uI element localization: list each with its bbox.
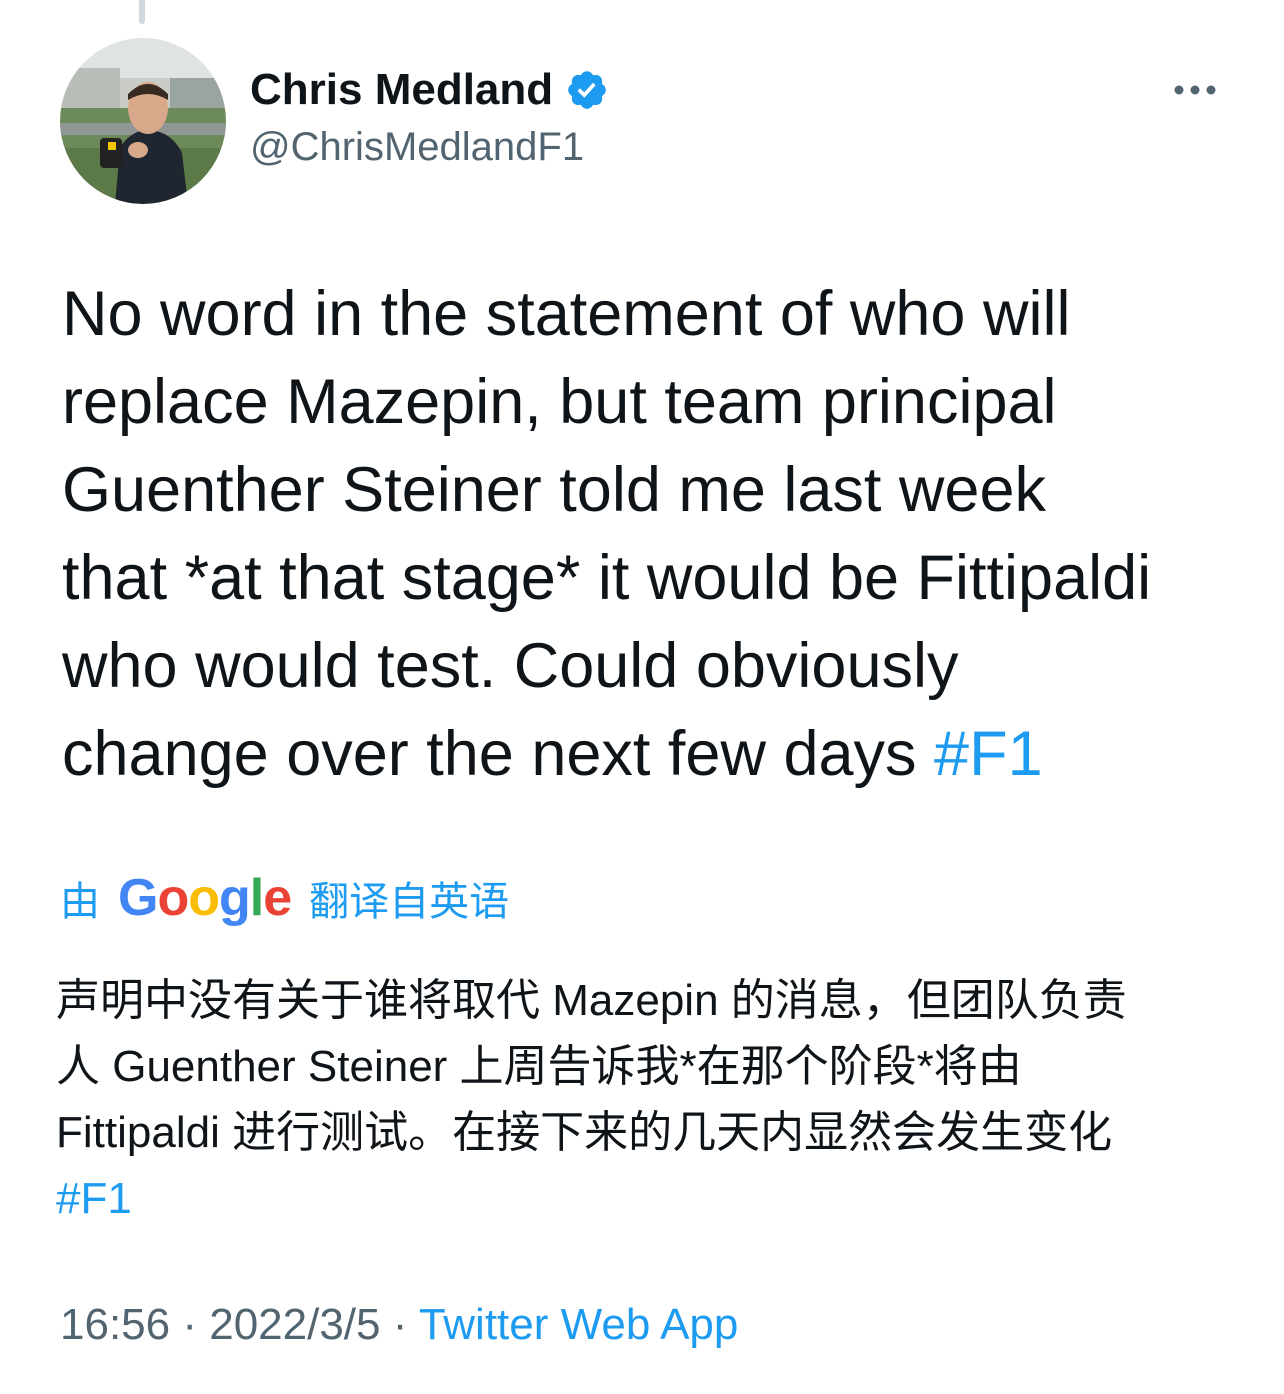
google-logo-letter: g	[218, 869, 251, 927]
google-logo-letter: G	[118, 869, 158, 927]
tweet-text-line: No word in the statement of who will	[62, 279, 1071, 349]
translated-tweet-text: 声明中没有关于谁将取代 Mazepin 的消息，但团队负责 人 Guenther…	[56, 968, 1256, 1232]
translated-text-line: 声明中没有关于谁将取代 Mazepin 的消息，但团队负责	[56, 976, 1127, 1025]
tweet-text-line: change over the next few days	[62, 719, 935, 789]
google-logo-letter: o	[157, 869, 189, 927]
translated-text-line: Fittipaldi 进行测试。在接下来的几天内显然会发生变化	[56, 1108, 1113, 1157]
author-handle[interactable]: @ChrisMedlandF1	[250, 125, 584, 170]
tweet-date[interactable]: 2022/3/5	[209, 1300, 380, 1349]
tweet-meta: 16:56 · 2022/3/5 · Twitter Web App	[60, 1300, 738, 1350]
google-logo-letter: l	[249, 869, 264, 927]
google-logo-letter: o	[188, 869, 220, 927]
google-logo-letter: e	[263, 869, 292, 927]
translated-text-line: 人 Guenther Steiner 上周告诉我*在那个阶段*将由	[56, 1042, 1022, 1091]
avatar-photo	[60, 38, 226, 204]
verified-badge-icon	[565, 68, 609, 112]
translated-by-google-link[interactable]: 由 G o o g l e 翻译自英语	[60, 866, 509, 930]
tweet-text-line-last: change over the next few days #F1	[62, 710, 1262, 798]
author-display-name[interactable]: Chris Medland	[250, 65, 553, 115]
tweet-time[interactable]: 16:56	[60, 1300, 170, 1349]
tweet-text: No word in the statement of who will rep…	[62, 270, 1262, 798]
tweet-text-line: Guenther Steiner told me last week	[62, 455, 1047, 525]
thread-connector-line	[139, 0, 145, 24]
tweet-source-link[interactable]: Twitter Web App	[419, 1300, 739, 1349]
tweet-text-line: who would test. Could obviously	[62, 631, 959, 701]
author-name-row[interactable]: Chris Medland	[250, 62, 609, 118]
tweet-text-line: that *at that stage* it would be Fittipa…	[62, 543, 1152, 613]
avatar[interactable]	[60, 38, 226, 204]
translation-prefix: 由	[60, 880, 100, 924]
meta-separator: ·	[170, 1300, 210, 1349]
translation-suffix: 翻译自英语	[309, 880, 510, 924]
translated-hashtag-link[interactable]: #F1	[56, 1174, 132, 1223]
google-logo: G o o g l e	[118, 868, 292, 928]
meta-separator: ·	[380, 1300, 419, 1349]
hashtag-link[interactable]: #F1	[934, 719, 1043, 789]
tweet-text-line: replace Mazepin, but team principal	[62, 367, 1057, 437]
more-horizontal-icon[interactable]	[1170, 72, 1220, 108]
